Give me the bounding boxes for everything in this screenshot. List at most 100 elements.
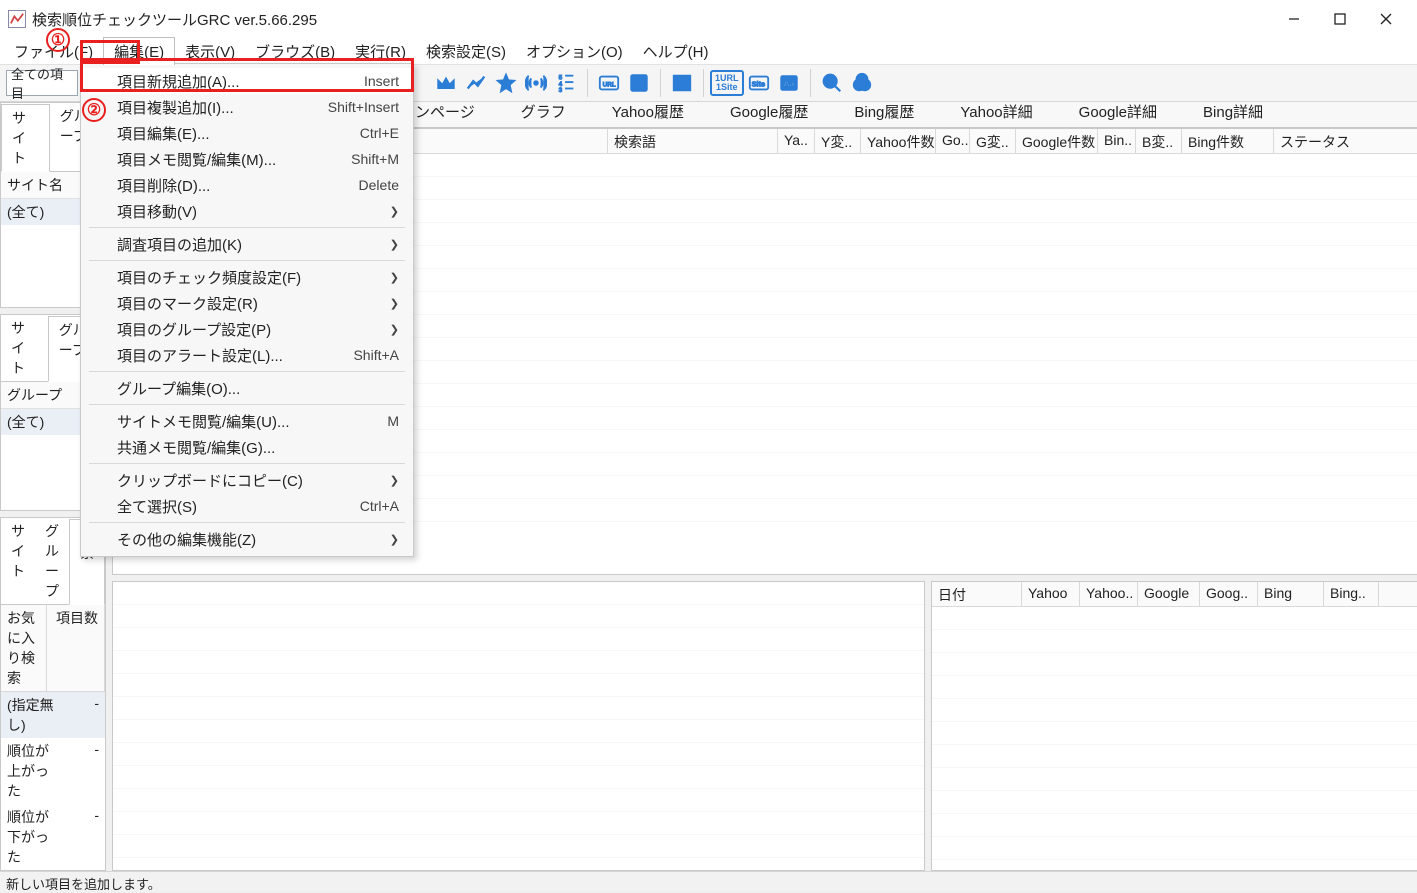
main-tab[interactable]: Yahoo履歴 xyxy=(589,96,707,127)
col-count[interactable]: 項目数 xyxy=(47,605,105,691)
crown-icon[interactable] xyxy=(431,68,461,98)
close-button[interactable] xyxy=(1363,3,1409,35)
submenu-arrow-icon: ❯ xyxy=(390,205,399,218)
menu-item-label: 調査項目の追加(K) xyxy=(117,234,390,255)
column-header[interactable]: 日付 xyxy=(932,582,1022,606)
menu-item-label: 項目移動(V) xyxy=(117,201,390,222)
menu-item[interactable]: 項目メモ閲覧/編集(M)...Shift+M xyxy=(81,146,413,172)
antenna-icon[interactable] xyxy=(521,68,551,98)
menu-item-label: クリップボードにコピー(C) xyxy=(117,470,390,491)
submenu-arrow-icon: ❯ xyxy=(390,323,399,336)
menu-item[interactable]: 調査項目の追加(K)❯ xyxy=(81,231,413,257)
hash-box-icon[interactable]: # xyxy=(624,68,654,98)
chart-line-icon[interactable] xyxy=(461,68,491,98)
menu-item-label: 項目のグループ設定(P) xyxy=(117,319,390,340)
toolbar-separator xyxy=(587,69,588,97)
menu-item[interactable]: 項目新規追加(A)...Insert xyxy=(81,68,413,94)
menu-item-shortcut: M xyxy=(387,413,399,429)
main-tab[interactable]: Bing詳細 xyxy=(1180,96,1286,127)
tab-site[interactable]: サイト xyxy=(1,315,48,381)
menu-item[interactable]: 全て選択(S)Ctrl+A xyxy=(81,493,413,519)
menubar: ファイル(F) 編集(E) 表示(V) ブラウズ(B) 実行(R) 検索設定(S… xyxy=(0,38,1417,64)
column-header[interactable]: Goog.. xyxy=(1200,582,1258,606)
main-tab[interactable]: Bing履歴 xyxy=(831,96,937,127)
column-header[interactable]: Bin.. xyxy=(1098,129,1136,153)
menu-view[interactable]: 表示(V) xyxy=(175,38,245,65)
menu-item-label: 項目メモ閲覧/編集(M)... xyxy=(117,149,351,170)
one-url-icon[interactable]: 1URL1Site xyxy=(710,70,744,96)
list-item[interactable]: 順位が下がった- xyxy=(1,804,105,870)
column-header[interactable]: Bing.. xyxy=(1324,582,1379,606)
menu-item[interactable]: その他の編集機能(Z)❯ xyxy=(81,526,413,552)
svg-text:#: # xyxy=(635,77,642,91)
list-item[interactable]: (指定無し)- xyxy=(1,692,105,738)
zoom-icon[interactable] xyxy=(817,68,847,98)
menu-options[interactable]: オプション(O) xyxy=(516,38,633,65)
main-tab[interactable]: グラフ xyxy=(498,96,589,127)
menu-item-shortcut: Ctrl+E xyxy=(360,125,399,141)
minimize-button[interactable] xyxy=(1271,3,1317,35)
menu-item-shortcut: Delete xyxy=(359,177,399,193)
tab-site[interactable]: サイト xyxy=(1,518,35,604)
menu-edit[interactable]: 編集(E) xyxy=(103,37,175,65)
column-header[interactable]: Yahoo件数 xyxy=(861,129,936,153)
filter-combo[interactable]: 全ての項目 xyxy=(6,70,78,96)
col-favorite[interactable]: お気に入り検索 xyxy=(1,605,47,691)
main-tab[interactable]: Google履歴 xyxy=(707,96,831,127)
column-header[interactable]: Google xyxy=(1138,582,1200,606)
toolbar-separator xyxy=(703,69,704,97)
menu-item[interactable]: 共通メモ閲覧/編集(G)... xyxy=(81,434,413,460)
column-header[interactable]: Google件数 xyxy=(1016,129,1098,153)
main-tab[interactable]: Yahoo詳細 xyxy=(937,96,1055,127)
list-item[interactable]: 順位が上がった- xyxy=(1,738,105,804)
tab-group[interactable]: グループ xyxy=(35,518,69,604)
menu-item[interactable]: 項目のアラート設定(L)...Shift+A xyxy=(81,342,413,368)
column-header[interactable]: Ya.. xyxy=(778,129,815,153)
menu-item[interactable]: 項目のチェック頻度設定(F)❯ xyxy=(81,264,413,290)
menu-item[interactable]: グループ編集(O)... xyxy=(81,375,413,401)
column-header[interactable]: Yahoo xyxy=(1022,582,1080,606)
url-box-icon[interactable]: URL xyxy=(594,68,624,98)
overlap-circles-icon[interactable] xyxy=(847,68,877,98)
main-tab[interactable]: Google詳細 xyxy=(1056,96,1180,127)
list-item-count: - xyxy=(59,741,99,801)
svg-text:URL: URL xyxy=(603,82,616,89)
list-item-label: (指定無し) xyxy=(7,695,59,735)
column-header[interactable]: 検索語 xyxy=(608,129,778,153)
column-header[interactable]: Go.. xyxy=(936,129,970,153)
column-header[interactable]: ステータス xyxy=(1274,129,1417,153)
titlebar: 検索順位チェックツールGRC ver.5.66.295 xyxy=(0,0,1417,38)
column-header[interactable]: Bing件数 xyxy=(1182,129,1274,153)
menu-item-label: 項目編集(E)... xyxy=(117,123,360,144)
aa-box-icon[interactable]: Aa xyxy=(774,68,804,98)
star-icon[interactable] xyxy=(491,68,521,98)
menu-item[interactable]: 項目削除(D)...Delete xyxy=(81,172,413,198)
menu-item[interactable]: クリップボードにコピー(C)❯ xyxy=(81,467,413,493)
menu-item[interactable]: サイトメモ閲覧/編集(U)...M xyxy=(81,408,413,434)
menu-help[interactable]: ヘルプ(H) xyxy=(633,38,719,65)
menu-item[interactable]: 項目移動(V)❯ xyxy=(81,198,413,224)
window-icon[interactable] xyxy=(667,68,697,98)
column-header[interactable]: Yahoo.. xyxy=(1080,582,1138,606)
tab-site[interactable]: サイト xyxy=(1,104,50,172)
menu-browse[interactable]: ブラウズ(B) xyxy=(245,38,345,65)
menu-search-settings[interactable]: 検索設定(S) xyxy=(416,38,516,65)
menu-item[interactable]: 項目のグループ設定(P)❯ xyxy=(81,316,413,342)
menu-run[interactable]: 実行(R) xyxy=(345,38,416,65)
status-text: 新しい項目を追加します。 xyxy=(6,877,161,892)
maximize-button[interactable] xyxy=(1317,3,1363,35)
bottom-left-panel[interactable] xyxy=(112,581,925,871)
menu-item[interactable]: 項目のマーク設定(R)❯ xyxy=(81,290,413,316)
site-box-icon[interactable]: Site xyxy=(744,68,774,98)
window-title: 検索順位チェックツールGRC ver.5.66.295 xyxy=(32,9,1271,30)
submenu-arrow-icon: ❯ xyxy=(390,271,399,284)
column-header[interactable]: Y変.. xyxy=(815,129,861,153)
numbers-icon[interactable]: 543 xyxy=(551,68,581,98)
bottom-right-panel[interactable]: 日付YahooYahoo..GoogleGoog..BingBing.. xyxy=(931,581,1417,871)
column-header[interactable]: G変.. xyxy=(970,129,1016,153)
menu-item[interactable]: 項目複製追加(I)...Shift+Insert xyxy=(81,94,413,120)
column-header[interactable]: Bing xyxy=(1258,582,1324,606)
column-header[interactable]: B変.. xyxy=(1136,129,1182,153)
annotation-1: ① xyxy=(46,28,70,52)
menu-item[interactable]: 項目編集(E)...Ctrl+E xyxy=(81,120,413,146)
